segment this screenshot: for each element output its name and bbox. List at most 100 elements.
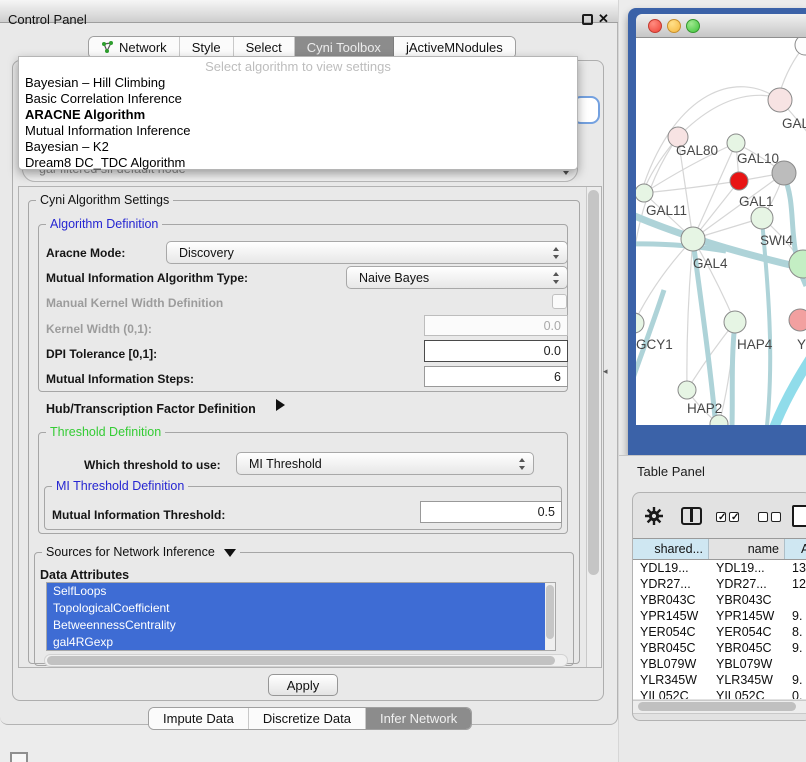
network-node-hap4[interactable] [724, 311, 746, 333]
table-row[interactable]: YIL052CYIL052C0. [633, 688, 806, 699]
table-row[interactable]: YLR345WYLR345W9. [633, 672, 806, 688]
mi-type-combo[interactable]: Naive Bayes [346, 266, 568, 289]
network-node-swi4[interactable] [789, 250, 806, 278]
collapse-arrow-icon[interactable] [224, 549, 236, 557]
table-cell: YBR045C [709, 640, 785, 656]
algorithm-option-bayesian-hill-climbing[interactable]: Bayesian – Hill Climbing [19, 75, 577, 91]
which-threshold-combo[interactable]: MI Threshold [236, 452, 534, 475]
network-node[interactable] [730, 172, 748, 190]
deselect-all-icon[interactable] [758, 512, 768, 522]
column-header-a[interactable]: A [785, 539, 806, 559]
mi-threshold-label: Mutual Information Threshold: [52, 508, 225, 522]
table-row[interactable]: YPR145WYPR145W9. [633, 608, 806, 624]
table-hscrollbar-thumb[interactable] [638, 702, 796, 711]
algorithm-option-mutual-information-inference[interactable]: Mutual Information Inference [19, 123, 577, 139]
algorithm-option-bayesian-k2[interactable]: Bayesian – K2 [19, 139, 577, 155]
minimized-window-icon[interactable] [10, 752, 28, 762]
tab-jactivemnodules[interactable]: jActiveMNodules [394, 37, 515, 58]
attr-list-hscrollbar-thumb[interactable] [47, 656, 555, 665]
close-traffic-light[interactable] [648, 19, 662, 33]
tab-label: jActiveMNodules [406, 40, 503, 55]
attribute-item-topologicalcoefficient[interactable]: TopologicalCoefficient [47, 600, 545, 617]
network-node[interactable] [795, 38, 806, 55]
node-label-swi4: SWI4 [760, 233, 793, 248]
tab-cyni-toolbox[interactable]: Cyni Toolbox [295, 37, 394, 58]
node-label-gcy1: GCY1 [636, 337, 673, 352]
dpi-tolerance-input[interactable]: 0.0 [424, 340, 568, 362]
tab-style[interactable]: Style [180, 37, 234, 58]
table-row[interactable]: YDR27...YDR27...12 [633, 576, 806, 592]
splitter-collapse-icon[interactable]: ◂ [603, 366, 608, 377]
attribute-item-selfloops[interactable]: SelfLoops [47, 583, 545, 600]
table-row[interactable]: YER054CYER054C8. [633, 624, 806, 640]
mi-steps-label: Mutual Information Steps: [46, 372, 194, 386]
hub-section-label[interactable]: Hub/Transcription Factor Definition [46, 402, 256, 416]
aracne-mode-value: Discovery [179, 246, 234, 260]
tab-infer-network[interactable]: Infer Network [366, 708, 471, 729]
table-cell: YDL19... [633, 560, 709, 576]
table-cell: 9. [785, 608, 806, 624]
tab-discretize-data[interactable]: Discretize Data [249, 708, 366, 729]
table-cell: YLR345W [709, 672, 785, 688]
tab-label: Style [192, 40, 221, 55]
network-canvas[interactable]: GAL7GAL80GAL10GAL11GAL1SWI4GAL4GCY1HAP4Y… [636, 38, 806, 425]
tab-impute-data[interactable]: Impute Data [149, 708, 249, 729]
table-cell: YBL079W [709, 656, 785, 672]
gear-icon[interactable] [644, 506, 664, 526]
table-row[interactable]: YDL19...YDL19...13 [633, 560, 806, 576]
deselect-all-icon[interactable] [771, 512, 781, 522]
bottom-tab-bar: Impute DataDiscretize DataInfer Network [148, 707, 472, 730]
float-window-icon[interactable] [582, 14, 593, 25]
table-cell: YLR345W [633, 672, 709, 688]
mi-threshold-input[interactable]: 0.5 [420, 501, 562, 523]
cyni-settings-title: Cyni Algorithm Settings [36, 193, 173, 207]
column-header-name[interactable]: name [709, 539, 785, 559]
network-node-hap2[interactable] [678, 381, 696, 399]
table-cell: 0. [785, 688, 806, 699]
algorithm-option-basic-correlation-inference[interactable]: Basic Correlation Inference [19, 91, 577, 107]
data-attributes-list[interactable]: SelfLoopsTopologicalCoefficientBetweenne… [46, 582, 556, 651]
tab-select[interactable]: Select [234, 37, 295, 58]
table-cell: 13 [785, 560, 806, 576]
manual-kernel-checkbox[interactable] [552, 294, 567, 309]
apply-button[interactable]: Apply [268, 674, 338, 696]
table-row[interactable]: YBR043CYBR043C [633, 592, 806, 608]
network-node-gal1[interactable] [751, 207, 773, 229]
network-node-gal7[interactable] [768, 88, 792, 112]
select-all-icon[interactable]: ✓ [716, 512, 726, 522]
network-node-gcy1[interactable] [636, 313, 644, 333]
zoom-traffic-light[interactable] [686, 19, 700, 33]
algorithm-option-dream8-dc-tdc-algorithm[interactable]: Dream8 DC_TDC Algorithm [19, 155, 577, 171]
mi-type-value: Naive Bayes [359, 271, 429, 285]
attr-list-scrollbar-thumb[interactable] [546, 585, 554, 639]
control-panel-titlebar[interactable] [0, 0, 618, 23]
network-node-gal4[interactable] [681, 227, 705, 251]
table-panel-title: Table Panel [637, 464, 705, 479]
network-node-y[interactable] [789, 309, 806, 331]
kernel-width-input[interactable]: 0.0 [424, 315, 568, 336]
settings-scrollbar-thumb[interactable] [588, 190, 599, 575]
tab-network[interactable]: Network [89, 37, 180, 58]
close-icon[interactable]: ✕ [598, 11, 609, 27]
attribute-item-gal4rgexp[interactable]: gal4RGexp [47, 634, 545, 651]
minimize-traffic-light[interactable] [667, 19, 681, 33]
table-body: YDL19...YDL19...13YDR27...YDR27...12YBR0… [633, 560, 806, 699]
column-header-shared[interactable]: shared... [633, 539, 709, 559]
algorithm-option-aracne-algorithm[interactable]: ARACNE Algorithm [19, 107, 577, 123]
network-node-gal11[interactable] [636, 184, 653, 202]
table-row[interactable]: YBL079WYBL079W [633, 656, 806, 672]
column-view-icon[interactable] [681, 507, 702, 525]
expand-arrow-icon[interactable] [276, 399, 285, 411]
aracne-mode-combo[interactable]: Discovery [166, 241, 568, 264]
sources-title[interactable]: Sources for Network Inference [42, 545, 240, 559]
table-cell: YBL079W [633, 656, 709, 672]
attribute-item-betweennesscentrality[interactable]: BetweennessCentrality [47, 617, 545, 634]
mi-steps-input[interactable]: 6 [424, 366, 568, 387]
combo-arrows-icon [519, 458, 526, 470]
select-all-icon[interactable]: ✓ [729, 512, 739, 522]
table-row[interactable]: YBR045CYBR045C9. [633, 640, 806, 656]
page-icon[interactable] [792, 505, 806, 527]
network-node-gal10[interactable] [727, 134, 745, 152]
node-label-gal4: GAL4 [693, 256, 728, 271]
table-cell: YIL052C [709, 688, 785, 699]
